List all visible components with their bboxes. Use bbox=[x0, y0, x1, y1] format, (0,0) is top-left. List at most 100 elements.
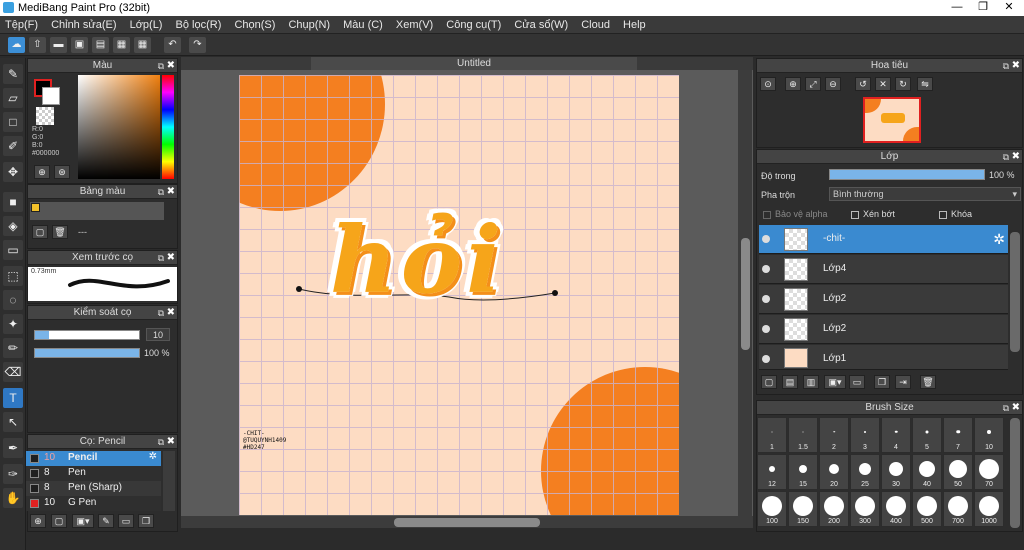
brush-settings-icon[interactable]: ✎ bbox=[98, 514, 114, 528]
brush-size-cell[interactable]: 30 bbox=[881, 454, 911, 490]
transparent-swatch[interactable] bbox=[36, 107, 54, 125]
blur-tool-icon[interactable]: ✒ bbox=[3, 438, 23, 458]
eye-icon[interactable] bbox=[762, 295, 770, 303]
brush-size-cell[interactable]: 5 bbox=[912, 417, 942, 453]
close-icon[interactable]: ✖ bbox=[1012, 401, 1020, 415]
clipping-checkbox[interactable]: Xén bớt bbox=[851, 209, 895, 219]
fit-window-icon[interactable]: ⤢ bbox=[805, 77, 821, 91]
brush-list-scrollbar[interactable] bbox=[163, 451, 175, 511]
merge-layer-icon[interactable]: ⇥ bbox=[895, 375, 911, 389]
hand-tool-icon[interactable]: ✋ bbox=[3, 488, 23, 508]
palette-icon[interactable]: ⊛ bbox=[54, 165, 70, 179]
close-icon[interactable]: ✖ bbox=[167, 185, 175, 199]
brush-item-pen-sharp[interactable]: 8 Pen (Sharp) bbox=[26, 481, 161, 496]
add-layer-menu-icon[interactable]: ▣▾ bbox=[824, 375, 846, 389]
lasso-tool-icon[interactable]: ◌ bbox=[3, 290, 23, 310]
layer-row[interactable]: Lớp2 bbox=[759, 285, 1008, 314]
select-eraser-icon[interactable]: ⌫ bbox=[3, 362, 23, 382]
brush-size-cell[interactable]: 700 bbox=[943, 491, 973, 527]
rect-tool-icon[interactable]: □ bbox=[3, 112, 23, 132]
undock-icon[interactable]: ⧉ bbox=[158, 435, 164, 449]
menu-filter[interactable]: Bộ lọc(R) bbox=[171, 16, 227, 34]
menu-capture[interactable]: Chụp(N) bbox=[283, 16, 335, 34]
layer-row[interactable]: -chit- ✲ bbox=[759, 225, 1008, 254]
eyedropper-icon[interactable]: ✑ bbox=[3, 464, 23, 484]
document-icon[interactable]: ▤ bbox=[92, 37, 109, 53]
close-button[interactable]: ✕ bbox=[996, 0, 1022, 15]
text-tool-icon[interactable]: T bbox=[3, 388, 23, 408]
menu-cloud[interactable]: Cloud bbox=[576, 16, 615, 34]
brush-item-pen[interactable]: 8 Pen bbox=[26, 466, 161, 481]
brush-size-cell[interactable]: 70 bbox=[974, 454, 1004, 490]
close-icon[interactable]: ✖ bbox=[167, 435, 175, 449]
brush-size-scrollbar[interactable] bbox=[1010, 418, 1020, 528]
layer-row[interactable]: Lớp2 bbox=[759, 315, 1008, 344]
bucket-tool-icon[interactable]: ◈ bbox=[3, 216, 23, 236]
menu-file[interactable]: Tệp(F) bbox=[0, 16, 43, 34]
brush-size-cell[interactable]: 1000 bbox=[974, 491, 1004, 527]
close-icon[interactable]: ✖ bbox=[1012, 150, 1020, 164]
blend-mode-select[interactable]: Bình thường ▾ bbox=[829, 187, 1021, 201]
operation-tool-icon[interactable]: ↖ bbox=[3, 412, 23, 432]
new-layer-icon[interactable]: ▢ bbox=[761, 375, 777, 389]
layer-row[interactable]: Lớp4 bbox=[759, 255, 1008, 284]
brush-opacity-slider[interactable] bbox=[34, 348, 140, 358]
saturation-value-picker[interactable] bbox=[78, 75, 160, 179]
cloud-icon[interactable]: ☁ bbox=[8, 37, 25, 53]
eye-icon[interactable] bbox=[762, 265, 770, 273]
brush-size-cell[interactable]: 100 bbox=[757, 491, 787, 527]
close-icon[interactable]: ✖ bbox=[1012, 59, 1020, 73]
brush-size-slider[interactable] bbox=[34, 330, 140, 340]
palette-swatch[interactable] bbox=[31, 203, 40, 212]
eye-icon[interactable] bbox=[762, 325, 770, 333]
brush-size-cell[interactable]: 200 bbox=[819, 491, 849, 527]
menu-color[interactable]: Màu (C) bbox=[338, 16, 388, 34]
pen-tool-icon[interactable]: ✐ bbox=[3, 136, 23, 156]
layer-scrollbar[interactable] bbox=[1010, 232, 1020, 352]
brush-size-cell[interactable]: 25 bbox=[850, 454, 880, 490]
brush-menu-icon[interactable]: ▣▾ bbox=[72, 514, 94, 528]
delete-palette-icon[interactable]: 🗑 bbox=[52, 225, 68, 239]
magic-wand-icon[interactable]: ✦ bbox=[3, 314, 23, 334]
brush-size-input[interactable]: 10 bbox=[146, 328, 170, 341]
brush-size-cell[interactable]: 3 bbox=[850, 417, 880, 453]
brush-size-cell[interactable]: 2 bbox=[819, 417, 849, 453]
brush-size-cell[interactable]: 300 bbox=[850, 491, 880, 527]
upload-icon[interactable]: ⇧ bbox=[29, 37, 46, 53]
flip-icon[interactable]: ⇋ bbox=[917, 77, 933, 91]
delete-layer-icon[interactable]: 🗑 bbox=[920, 375, 936, 389]
eye-icon[interactable] bbox=[762, 235, 770, 243]
share-icon[interactable]: ▣ bbox=[71, 37, 88, 53]
duplicate-layer-icon[interactable]: ❐ bbox=[874, 375, 890, 389]
new-1bit-layer-icon[interactable]: ▥ bbox=[803, 375, 819, 389]
folder-icon[interactable]: ▭ bbox=[118, 514, 134, 528]
brush-size-cell[interactable]: 4 bbox=[881, 417, 911, 453]
brush-item-g-pen[interactable]: 10 G Pen bbox=[26, 496, 161, 511]
brush-size-cell[interactable]: 1 bbox=[757, 417, 787, 453]
close-icon[interactable]: ✖ bbox=[167, 59, 175, 73]
brush-size-cell[interactable]: 20 bbox=[819, 454, 849, 490]
gear-icon[interactable]: ✲ bbox=[993, 231, 1005, 248]
navigator-thumbnail[interactable] bbox=[863, 97, 921, 143]
zoom-in-icon[interactable]: ⊕ bbox=[785, 77, 801, 91]
menu-tools[interactable]: Công cụ(T) bbox=[441, 16, 506, 34]
undock-icon[interactable]: ⧉ bbox=[158, 59, 164, 73]
menu-layer[interactable]: Lớp(L) bbox=[125, 16, 168, 34]
menu-edit[interactable]: Chỉnh sửa(E) bbox=[46, 16, 121, 34]
undo-icon[interactable]: ↶ bbox=[164, 37, 181, 53]
background-color-swatch[interactable] bbox=[42, 87, 60, 105]
select-tool-icon[interactable]: ⬚ bbox=[3, 266, 23, 286]
grid-icon[interactable]: ▦ bbox=[134, 37, 151, 53]
brush-size-cell[interactable]: 1.5 bbox=[788, 417, 818, 453]
brush-size-cell[interactable]: 12 bbox=[757, 454, 787, 490]
maximize-button[interactable]: ❐ bbox=[970, 0, 996, 15]
move-tool-icon[interactable]: ✥ bbox=[3, 162, 23, 182]
layout-icon[interactable]: ▦ bbox=[113, 37, 130, 53]
comment-icon[interactable]: ▬ bbox=[50, 37, 67, 53]
brush-item-pencil[interactable]: 10 Pencil ✲ bbox=[26, 451, 161, 466]
brush-size-cell[interactable]: 40 bbox=[912, 454, 942, 490]
rotate-left-icon[interactable]: ↺ bbox=[855, 77, 871, 91]
menu-window[interactable]: Cửa sổ(W) bbox=[509, 16, 573, 34]
reset-view-icon[interactable]: ✕ bbox=[875, 77, 891, 91]
undock-icon[interactable]: ⧉ bbox=[158, 251, 164, 265]
